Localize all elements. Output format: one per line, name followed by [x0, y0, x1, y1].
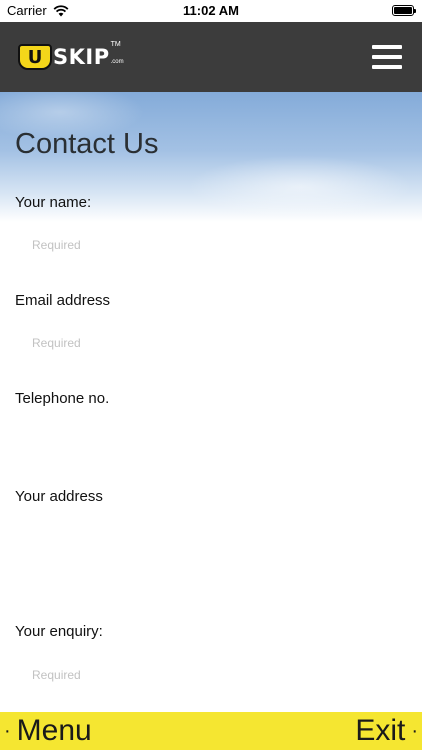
- logo-text: SKIP: [53, 45, 110, 69]
- status-bar: Carrier 11:02 AM: [0, 0, 422, 22]
- email-label: Email address: [15, 292, 111, 309]
- name-input[interactable]: [15, 230, 407, 260]
- name-label: Your name:: [15, 194, 92, 211]
- exit-button[interactable]: Exit ·: [355, 712, 422, 750]
- logo-trademark: TM: [110, 41, 121, 48]
- enquiry-input[interactable]: [15, 660, 407, 700]
- telephone-input[interactable]: [15, 426, 407, 456]
- battery-icon: [392, 5, 416, 16]
- address-input[interactable]: [15, 522, 407, 602]
- battery-fill: [394, 7, 412, 14]
- uskip-logo[interactable]: U SKIP TM .com: [18, 41, 124, 72]
- email-input[interactable]: [15, 328, 407, 358]
- address-label: Your address: [15, 488, 103, 505]
- logo-domain: .com: [110, 59, 124, 65]
- menu-button[interactable]: · Menu: [0, 712, 92, 750]
- hamburger-menu-icon[interactable]: [372, 45, 402, 69]
- page-title: Contact Us: [15, 128, 159, 160]
- logo-super: TM .com: [110, 41, 124, 66]
- menu-dot: ·: [4, 719, 11, 742]
- bottom-bar: · Menu Exit ·: [0, 712, 422, 750]
- menu-button-label: Menu: [16, 714, 92, 747]
- app-header: U SKIP TM .com: [0, 22, 422, 92]
- exit-button-label: Exit: [355, 714, 406, 747]
- logo-badge: U: [18, 44, 52, 70]
- telephone-label: Telephone no.: [15, 390, 110, 407]
- exit-dot: ·: [411, 719, 418, 742]
- enquiry-label: Your enquiry:: [15, 623, 103, 640]
- status-time: 11:02 AM: [183, 3, 239, 18]
